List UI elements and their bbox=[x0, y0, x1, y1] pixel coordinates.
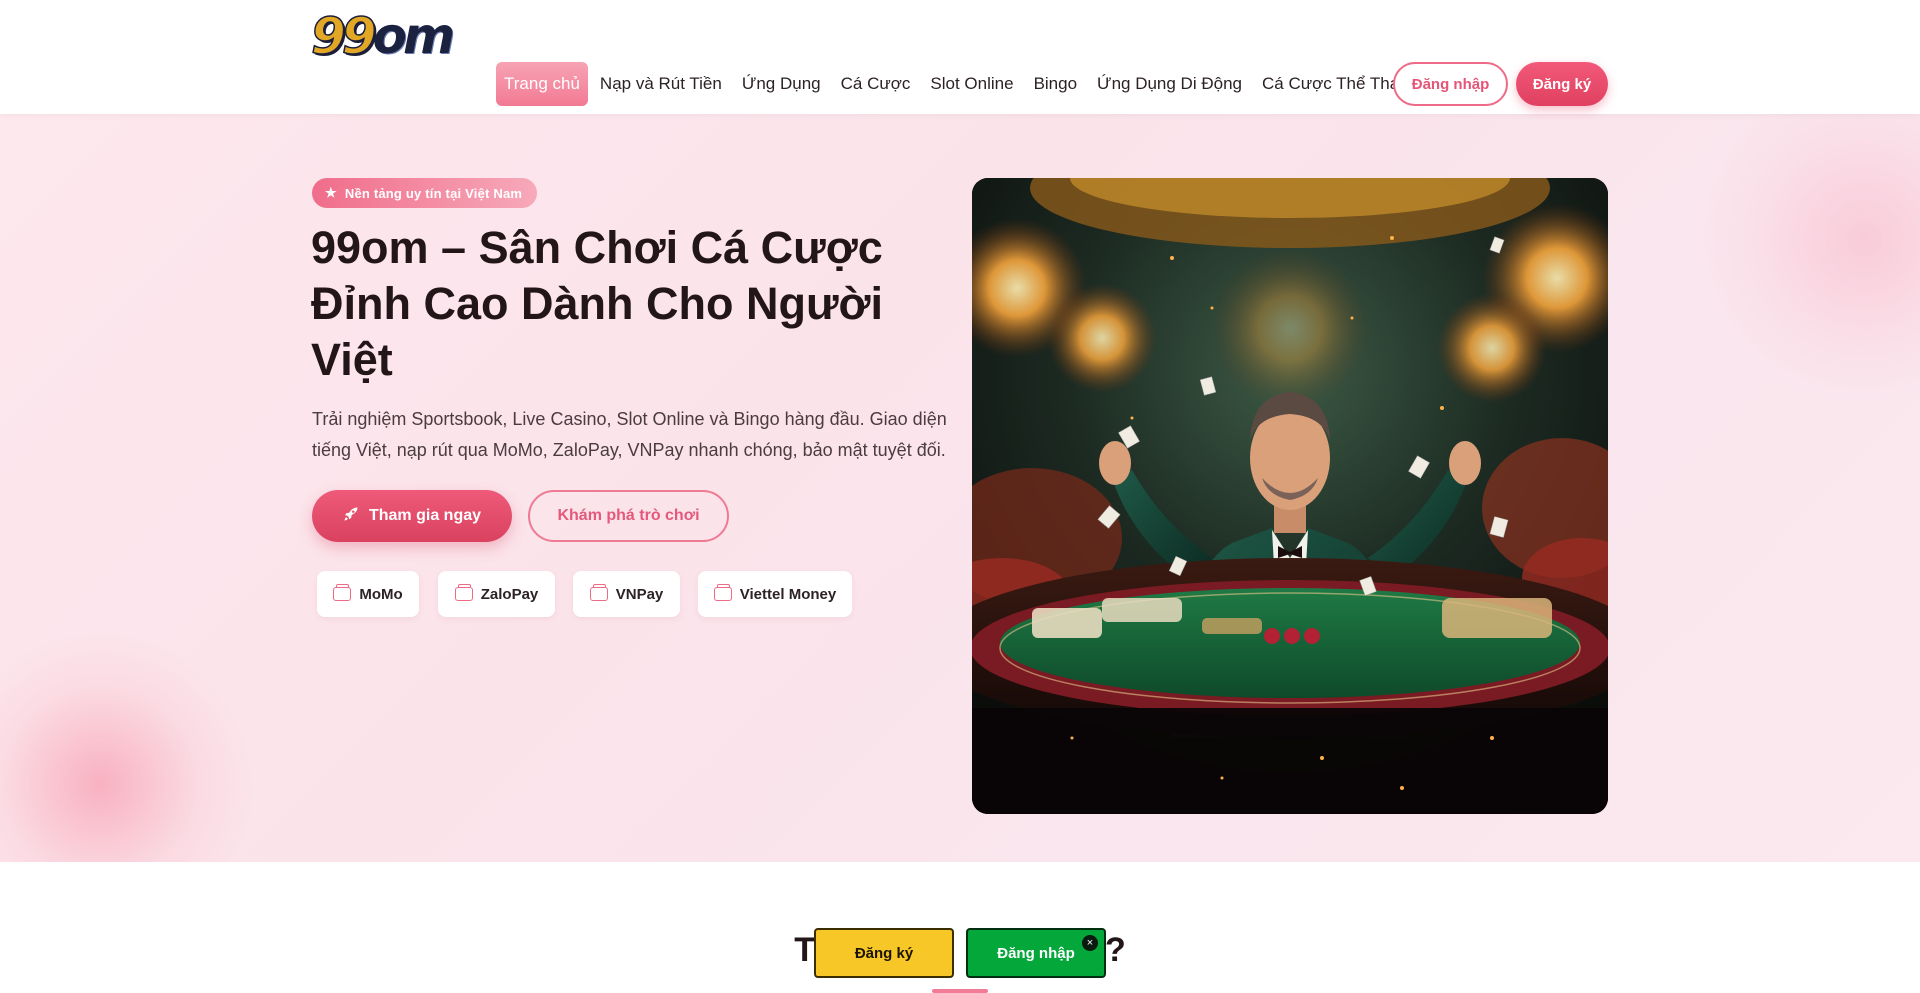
nav-item-deposit-withdraw[interactable]: Nạp và Rút Tiền bbox=[590, 62, 732, 106]
hero-casino-image bbox=[972, 178, 1608, 814]
decorative-blob bbox=[0, 634, 260, 862]
nav-item-bingo[interactable]: Bingo bbox=[1024, 62, 1087, 106]
star-icon: ★ bbox=[325, 185, 337, 200]
hero-description: Trải nghiệm Sportsbook, Live Casino, Slo… bbox=[312, 409, 947, 460]
payment-label: ZaloPay bbox=[480, 585, 539, 603]
hero-title: 99om – Sân Chơi Cá Cược Đỉnh Cao Dành Ch… bbox=[311, 222, 884, 385]
join-now-label: Tham gia ngay bbox=[368, 507, 482, 524]
rocket-icon bbox=[343, 506, 359, 527]
payment-label: VNPay bbox=[615, 585, 664, 603]
nav-item-home[interactable]: Trang chủ bbox=[496, 62, 588, 106]
hero-section: ★ Nền tảng uy tín tại Việt Nam 99om – Sâ… bbox=[0, 114, 1920, 862]
decorative-blob bbox=[1700, 114, 1920, 404]
logo-part-om: om bbox=[372, 7, 455, 65]
main-nav: Trang chủ Nạp và Rút Tiền Ứng Dụng Cá Cư… bbox=[496, 62, 1419, 106]
header-login-button[interactable]: Đăng nhập bbox=[1393, 62, 1508, 106]
join-now-button[interactable]: Tham gia ngay bbox=[312, 490, 512, 542]
wallet-icon bbox=[333, 584, 352, 601]
payment-chip-zalopay: ZaloPay bbox=[438, 571, 555, 617]
payment-chip-vnpay: VNPay bbox=[573, 571, 680, 617]
wallet-icon bbox=[713, 584, 732, 601]
explore-games-button[interactable]: Khám phá trò chơi bbox=[528, 490, 729, 542]
close-icon[interactable]: × bbox=[1082, 935, 1098, 951]
payment-label: MoMo bbox=[359, 585, 403, 603]
logo-part-99: 99 bbox=[310, 7, 377, 65]
payment-chip-momo: MoMo bbox=[317, 571, 419, 617]
casino-illustration bbox=[972, 178, 1608, 814]
nav-item-slot-online[interactable]: Slot Online bbox=[920, 62, 1023, 106]
wallet-icon bbox=[589, 584, 608, 601]
payment-label: Viettel Money bbox=[739, 585, 837, 603]
trust-badge: ★ Nền tảng uy tín tại Việt Nam bbox=[312, 178, 538, 208]
nav-item-apps[interactable]: Ứng Dụng bbox=[732, 62, 831, 106]
brand-logo[interactable]: 99om bbox=[310, 10, 455, 62]
nav-item-betting[interactable]: Cá Cược bbox=[831, 62, 921, 106]
header-register-button[interactable]: Đăng ký bbox=[1516, 62, 1608, 106]
wallet-icon bbox=[454, 584, 473, 601]
site-header: 99om Trang chủ Nạp và Rút Tiền Ứng Dụng … bbox=[0, 0, 1920, 114]
section-title: T? bbox=[0, 931, 1920, 970]
features-section: T? bbox=[0, 862, 1920, 993]
section-title-start: T bbox=[794, 931, 815, 969]
trust-badge-label: Nền tảng uy tín tại Việt Nam bbox=[344, 185, 523, 201]
floating-register-button[interactable]: Đăng ký bbox=[814, 928, 954, 978]
payment-chip-viettel-money: Viettel Money bbox=[698, 571, 852, 617]
nav-item-mobile-app[interactable]: Ứng Dụng Di Động bbox=[1087, 62, 1252, 106]
section-title-underline bbox=[932, 989, 988, 993]
section-title-end: ? bbox=[1105, 931, 1126, 969]
